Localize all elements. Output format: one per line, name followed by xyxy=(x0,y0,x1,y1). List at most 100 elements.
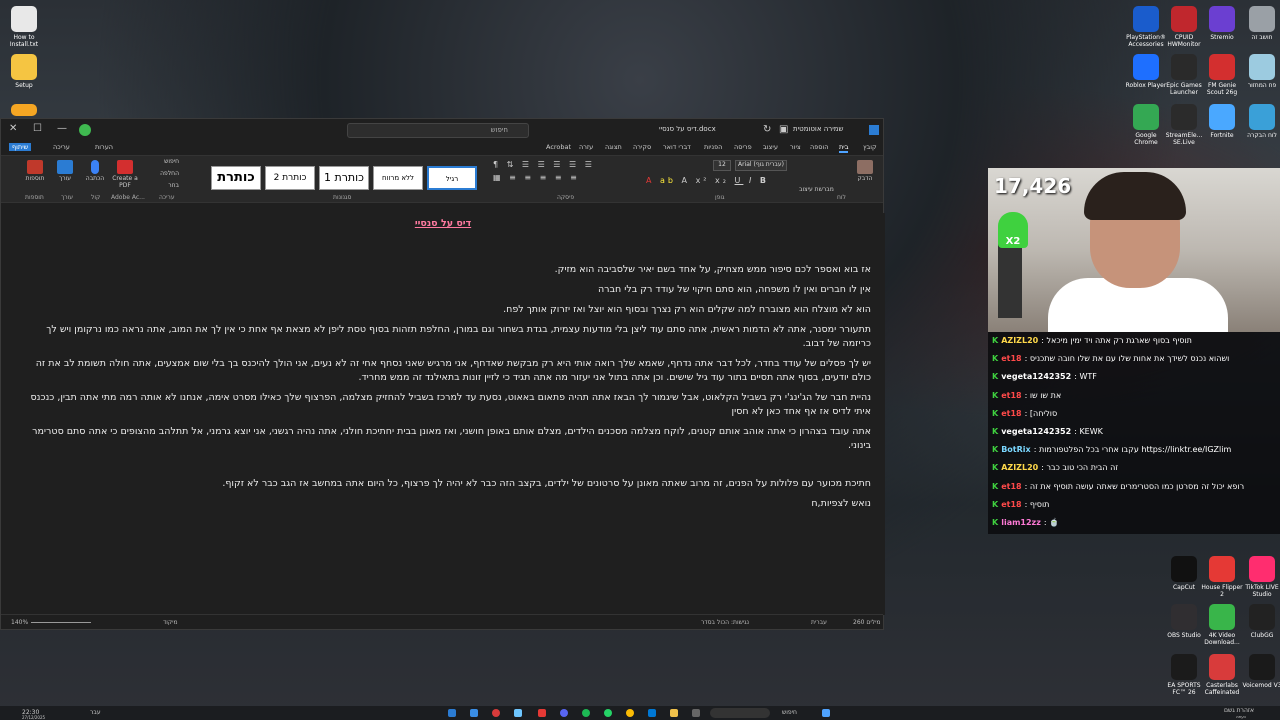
app-icon xyxy=(1249,104,1275,130)
focus-button[interactable]: מיקוד xyxy=(163,619,178,626)
paste-button[interactable]: הדבק xyxy=(851,160,879,182)
style-normal[interactable]: רגיל xyxy=(427,166,477,190)
desktop-icon[interactable]: פח המחזור xyxy=(1240,54,1280,89)
chat-username[interactable]: AZIZL20 xyxy=(1001,463,1038,472)
tab-file[interactable]: קובץ xyxy=(863,143,877,151)
style-title[interactable]: כותרת xyxy=(211,166,261,190)
select-button[interactable]: בחר xyxy=(151,182,179,189)
taskview-taskbar-icon[interactable] xyxy=(692,709,700,717)
copilot-icon[interactable] xyxy=(79,124,91,136)
explorer-taskbar-icon[interactable] xyxy=(670,709,678,717)
tab-help[interactable]: עזרה xyxy=(579,143,593,151)
app-icon xyxy=(1249,654,1275,680)
desktop-icon-how-to-install[interactable]: How to Install.txt xyxy=(2,6,46,48)
style-heading-2[interactable]: כותרת 2 xyxy=(265,166,315,190)
telegram-taskbar-icon[interactable] xyxy=(514,709,522,717)
ribbon: תוספות עורך הכתבה Create a PDF חיפוש החל… xyxy=(1,155,883,203)
format-painter-button[interactable]: מברשת עיצוב xyxy=(799,186,834,193)
dictate-button[interactable]: הכתבה xyxy=(81,160,109,182)
font-format-icons[interactable]: A ab A x² x₂ U I B xyxy=(646,176,769,185)
tab-design[interactable]: עיצוב xyxy=(763,143,778,151)
desktop-icon[interactable]: Casterlabs Caffeinated xyxy=(1200,654,1244,696)
chat-username[interactable]: et18 xyxy=(1001,500,1021,509)
kick-icon: K xyxy=(992,426,999,436)
chat-username[interactable]: et18 xyxy=(1001,391,1021,400)
editing-mode-button[interactable]: עריכה xyxy=(53,143,70,151)
desktop-icon[interactable]: לוח הבקרה xyxy=(1240,104,1280,139)
replace-button[interactable]: החלפה xyxy=(151,170,179,177)
taskbar-language[interactable]: עבר xyxy=(90,709,101,716)
app-taskbar-icon[interactable] xyxy=(538,709,546,717)
font-size-select[interactable]: 12 xyxy=(713,160,731,171)
chat-username[interactable]: AZIZL20 xyxy=(1001,336,1038,345)
store-taskbar-icon[interactable] xyxy=(648,709,656,717)
tab-view[interactable]: תצוגה xyxy=(605,143,622,151)
tab-home[interactable]: בית xyxy=(839,143,849,153)
word-taskbar-icon[interactable] xyxy=(448,709,456,717)
tab-mailings[interactable]: דברי דואר xyxy=(663,143,691,151)
addins-button[interactable]: תוספות xyxy=(21,160,49,182)
chat-username[interactable]: et18 xyxy=(1001,354,1021,363)
desktop-icon[interactable]: חושב זה xyxy=(1240,6,1280,41)
redo-icon[interactable]: ↻ xyxy=(763,124,771,135)
tab-acrobat[interactable]: Acrobat xyxy=(546,143,571,151)
select-label: בחר xyxy=(168,182,179,189)
paragraph-controls[interactable]: ¶ ⇅ ☰ ☰ ☰ ☰ ☰ ▦ ≡ ≡ ≡ ≡ ≡ xyxy=(493,160,633,190)
desktop-icon[interactable]: TikTok LIVE Studio xyxy=(1240,556,1280,598)
tab-review[interactable]: סקירה xyxy=(633,143,651,151)
tab-insert[interactable]: הוספה xyxy=(810,143,829,151)
chat-username[interactable]: et18 xyxy=(1001,482,1021,491)
desktop-icon-setup[interactable]: Setup xyxy=(2,54,46,89)
windows-start-icon[interactable] xyxy=(822,709,830,717)
share-button[interactable]: שיתוף xyxy=(9,143,32,151)
chat-username[interactable]: vegeta1242352 xyxy=(1001,427,1071,436)
accessibility-status[interactable]: נגישות: הכול בסדר xyxy=(701,619,749,626)
comments-button[interactable]: הערות xyxy=(95,143,113,151)
tab-references[interactable]: הפניות xyxy=(704,143,722,151)
desktop-icon[interactable]: ClubGG xyxy=(1240,604,1280,639)
save-icon[interactable]: ▣ xyxy=(779,124,788,135)
desktop-icon[interactable]: Voicemod V3 xyxy=(1240,654,1280,689)
chat-username[interactable]: liam12zz xyxy=(1001,518,1041,527)
taskbar-search-box[interactable] xyxy=(710,708,770,718)
app-taskbar-icon[interactable] xyxy=(470,709,478,717)
discord-taskbar-icon[interactable] xyxy=(560,709,568,717)
chat-username[interactable]: et18 xyxy=(1001,409,1021,418)
desktop-icon[interactable]: 4K Video Download... xyxy=(1200,604,1244,646)
autosave-toggle[interactable]: שמירה אוטומטית xyxy=(793,125,844,133)
document-title-label[interactable]: דיס על סנסיי.docx xyxy=(659,125,716,133)
document-page[interactable]: דיס על סנסיי אז בוא ואספר לכם סיפור ממש … xyxy=(1,213,885,615)
weather-label[interactable]: אזהרת גשם xyxy=(1224,707,1254,714)
find-button[interactable]: חיפוש xyxy=(151,158,179,165)
desktop-icon[interactable]: House Flipper 2 xyxy=(1200,556,1244,598)
font-name-select[interactable]: Arial (עברית גוף) xyxy=(735,160,787,171)
close-icon[interactable]: ✕ xyxy=(9,123,17,134)
desktop-icon-folder[interactable] xyxy=(2,104,46,118)
minimize-icon[interactable]: — xyxy=(57,123,67,134)
chat-username[interactable]: vegeta1242352 xyxy=(1001,372,1071,381)
desktop-icon-label: Setup xyxy=(15,82,33,89)
language-status[interactable]: עברית xyxy=(811,619,827,626)
spotify-taskbar-icon[interactable] xyxy=(582,709,590,717)
word-count[interactable]: 260 מילים xyxy=(853,619,881,626)
zoom-level[interactable]: 140% xyxy=(11,619,28,626)
whatsapp-taskbar-icon[interactable] xyxy=(604,709,612,717)
style-no-spacing[interactable]: ללא מרווח xyxy=(373,166,423,190)
search-input[interactable]: חיפוש xyxy=(347,123,529,138)
create-pdf-button[interactable]: Create a PDF xyxy=(111,160,139,189)
chat-message: K BotRix: עקבו אחרי בכל הפלטפורמות https:… xyxy=(988,441,1280,459)
desktop-icon[interactable]: Fortnite xyxy=(1200,104,1244,139)
editor-button[interactable]: עורך xyxy=(51,160,79,182)
chat-username[interactable]: BotRix xyxy=(1001,445,1030,454)
tab-layout[interactable]: פריסה xyxy=(734,143,752,151)
maximize-icon[interactable]: ☐ xyxy=(33,123,42,134)
style-heading-1[interactable]: כותרת 1 xyxy=(319,166,369,190)
desktop-icon[interactable]: FM Genie Scout 26g xyxy=(1200,54,1244,96)
desktop-icon-label: FM Genie Scout 26g xyxy=(1206,82,1238,96)
casterlabs-taskbar-icon[interactable] xyxy=(492,709,500,717)
taskbar-search-label[interactable]: חיפוש xyxy=(782,709,797,716)
desktop-icon[interactable]: Stremio xyxy=(1200,6,1244,41)
tab-draw[interactable]: ציור xyxy=(790,143,801,151)
chrome-taskbar-icon[interactable] xyxy=(626,709,634,717)
zoom-slider[interactable] xyxy=(31,622,91,623)
